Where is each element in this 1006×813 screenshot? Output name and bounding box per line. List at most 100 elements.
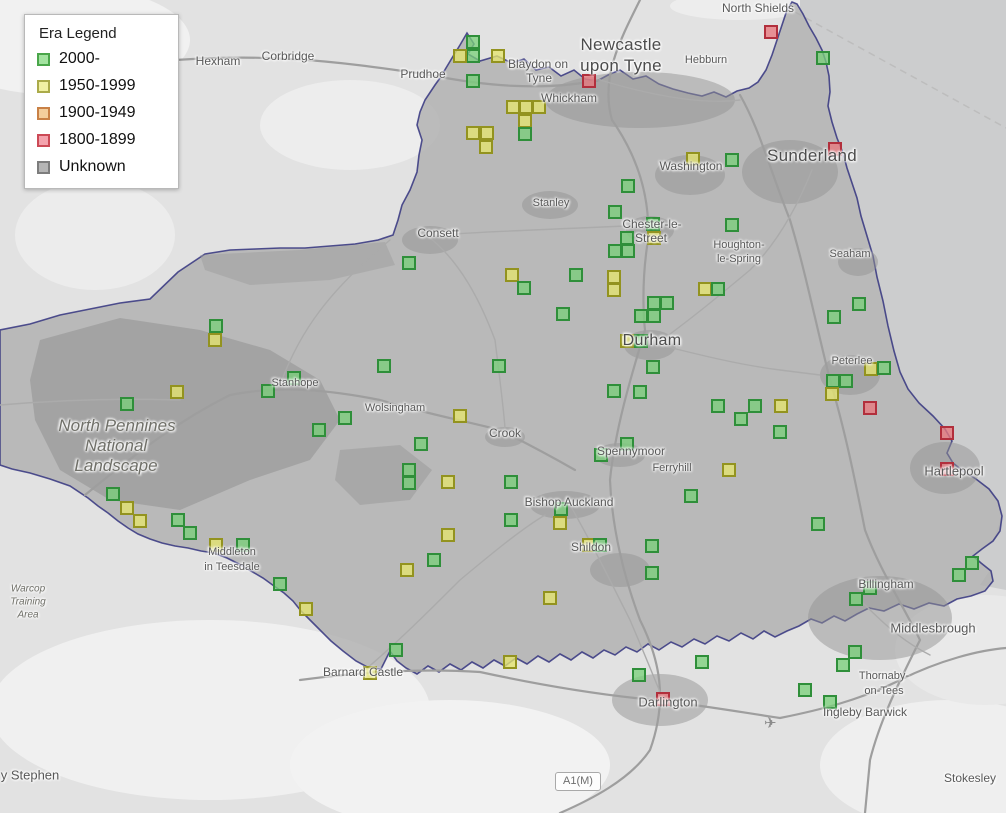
era-marker-2000-[interactable] [621,179,635,193]
era-marker-1950-1999[interactable] [519,100,533,114]
era-marker-2000-[interactable] [556,307,570,321]
era-marker-2000-[interactable] [816,51,830,65]
era-marker-1950-1999[interactable] [686,152,700,166]
era-marker-2000-[interactable] [646,360,660,374]
era-marker-1950-1999[interactable] [506,100,520,114]
era-marker-2000-[interactable] [608,244,622,258]
era-marker-2000-[interactable] [849,592,863,606]
era-marker-2000-[interactable] [965,556,979,570]
era-marker-2000-[interactable] [634,309,648,323]
era-marker-2000-[interactable] [725,218,739,232]
era-marker-2000-[interactable] [518,127,532,141]
era-marker-1950-1999[interactable] [479,140,493,154]
era-marker-1950-1999[interactable] [453,409,467,423]
era-marker-1950-1999[interactable] [400,563,414,577]
map-canvas[interactable]: Era Legend 2000- 1950-1999 1900-1949 1800-1… [0,0,1006,813]
era-marker-1800-1899[interactable] [582,74,596,88]
era-marker-1950-1999[interactable] [208,333,222,347]
era-marker-2000-[interactable] [645,539,659,553]
era-marker-1950-1999[interactable] [864,362,878,376]
era-marker-1950-1999[interactable] [480,126,494,140]
era-marker-1950-1999[interactable] [825,387,839,401]
era-marker-2000-[interactable] [823,695,837,709]
era-marker-2000-[interactable] [171,513,185,527]
era-marker-2000-[interactable] [620,437,634,451]
era-marker-1950-1999[interactable] [620,334,634,348]
era-marker-1800-1899[interactable] [863,401,877,415]
era-marker-2000-[interactable] [634,334,648,348]
era-marker-2000-[interactable] [120,397,134,411]
era-marker-1950-1999[interactable] [120,501,134,515]
era-marker-2000-[interactable] [773,425,787,439]
era-marker-2000-[interactable] [877,361,891,375]
era-marker-2000-[interactable] [826,374,840,388]
era-marker-2000-[interactable] [647,296,661,310]
era-marker-2000-[interactable] [236,538,250,552]
era-marker-2000-[interactable] [554,502,568,516]
era-marker-2000-[interactable] [684,489,698,503]
era-marker-2000-[interactable] [287,371,301,385]
era-marker-2000-[interactable] [377,359,391,373]
era-marker-1950-1999[interactable] [553,516,567,530]
era-marker-1950-1999[interactable] [441,528,455,542]
era-marker-2000-[interactable] [504,513,518,527]
era-marker-2000-[interactable] [402,256,416,270]
era-marker-2000-[interactable] [504,475,518,489]
era-marker-2000-[interactable] [389,643,403,657]
era-marker-2000-[interactable] [632,668,646,682]
era-marker-2000-[interactable] [695,655,709,669]
era-marker-2000-[interactable] [660,296,674,310]
era-marker-2000-[interactable] [594,448,608,462]
era-marker-1950-1999[interactable] [503,655,517,669]
era-marker-2000-[interactable] [492,359,506,373]
era-marker-2000-[interactable] [414,437,428,451]
era-marker-2000-[interactable] [621,244,635,258]
era-marker-2000-[interactable] [312,423,326,437]
era-marker-2000-[interactable] [466,35,480,49]
era-marker-1950-1999[interactable] [466,126,480,140]
era-marker-2000-[interactable] [711,399,725,413]
era-marker-1950-1999[interactable] [363,666,377,680]
era-marker-2000-[interactable] [645,566,659,580]
era-marker-1950-1999[interactable] [532,100,546,114]
era-marker-2000-[interactable] [273,577,287,591]
era-marker-2000-[interactable] [466,74,480,88]
era-marker-2000-[interactable] [647,309,661,323]
era-marker-2000-[interactable] [106,487,120,501]
era-marker-2000-[interactable] [711,282,725,296]
era-marker-2000-[interactable] [608,205,622,219]
era-marker-1950-1999[interactable] [607,270,621,284]
era-marker-1950-1999[interactable] [722,463,736,477]
era-marker-1950-1999[interactable] [209,538,223,552]
era-marker-2000-[interactable] [183,526,197,540]
era-marker-1950-1999[interactable] [607,283,621,297]
era-marker-1950-1999[interactable] [170,385,184,399]
era-marker-2000-[interactable] [607,384,621,398]
era-marker-2000-[interactable] [748,399,762,413]
era-marker-1800-1899[interactable] [656,692,670,706]
era-marker-2000-[interactable] [633,385,647,399]
era-marker-2000-[interactable] [811,517,825,531]
era-marker-2000-[interactable] [569,268,583,282]
era-marker-1950-1999[interactable] [518,114,532,128]
era-marker-2000-[interactable] [261,384,275,398]
era-marker-1950-1999[interactable] [133,514,147,528]
era-marker-1800-1899[interactable] [764,25,778,39]
era-marker-2000-[interactable] [646,217,660,231]
era-marker-2000-[interactable] [338,411,352,425]
era-marker-1950-1999[interactable] [491,49,505,63]
era-marker-2000-[interactable] [209,319,223,333]
era-marker-1950-1999[interactable] [647,231,661,245]
era-marker-2000-[interactable] [593,538,607,552]
era-marker-2000-[interactable] [852,297,866,311]
era-marker-1800-1899[interactable] [828,142,842,156]
era-marker-2000-[interactable] [725,153,739,167]
era-marker-2000-[interactable] [848,645,862,659]
era-marker-1800-1899[interactable] [940,426,954,440]
era-marker-1800-1899[interactable] [940,462,954,476]
era-marker-1950-1999[interactable] [453,49,467,63]
era-marker-2000-[interactable] [798,683,812,697]
era-marker-1950-1999[interactable] [505,268,519,282]
era-marker-2000-[interactable] [863,581,877,595]
era-marker-2000-[interactable] [952,568,966,582]
